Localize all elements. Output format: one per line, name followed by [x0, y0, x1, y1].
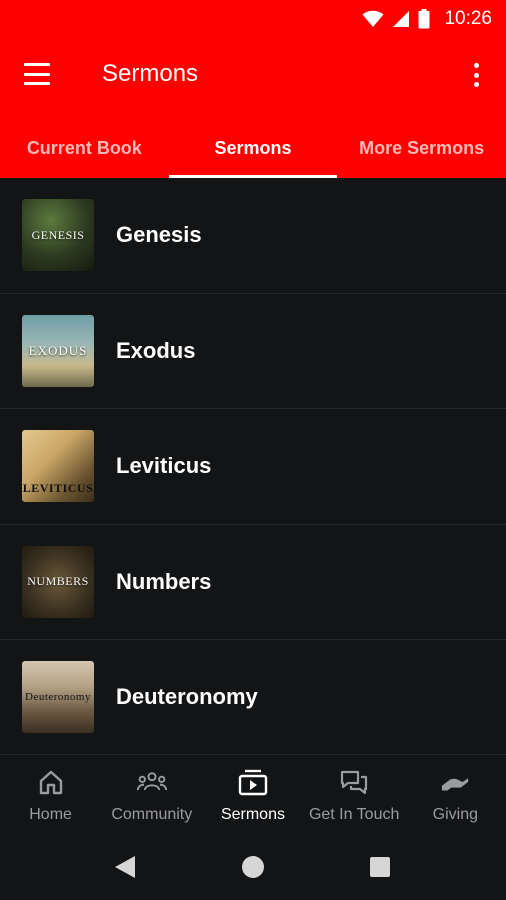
nav-item-community[interactable]: Community [101, 755, 202, 835]
thumbnail-text: LEVITICUS [22, 481, 94, 496]
battery-icon [418, 9, 430, 29]
thumbnail-text: GENESIS [31, 227, 85, 242]
more-vert-icon[interactable] [468, 60, 484, 90]
people-icon [136, 767, 167, 797]
exodus-thumbnail: EXODUS [22, 314, 94, 387]
page-title: Sermons [102, 60, 199, 87]
numbers-thumbnail: NUMBERS [22, 545, 94, 618]
tab-current-book[interactable]: Current Book [0, 118, 169, 178]
thumbnail-text: Deuteronomy [25, 691, 91, 704]
nav-label: Sermons [220, 806, 285, 823]
genesis-thumbnail: GENESIS [22, 199, 94, 272]
deuteronomy-thumbnail: Deuteronomy [22, 661, 94, 734]
video-library-icon [238, 767, 268, 797]
nav-label: Giving [432, 806, 479, 823]
list-item-label: Exodus [116, 337, 196, 363]
nav-item-get-in-touch[interactable]: Get In Touch [304, 755, 405, 835]
app-bar: Sermons [0, 38, 506, 110]
list-item-label: Numbers [116, 568, 212, 594]
home-icon [36, 767, 66, 797]
giving-hand-icon [440, 767, 470, 797]
top-app-bar: 10:26 Sermons Current Book Sermons More … [0, 0, 506, 178]
nav-item-sermons[interactable]: Sermons [202, 755, 303, 835]
tab-bar: Current Book Sermons More Sermons [0, 118, 506, 178]
list-item-leviticus[interactable]: LEVITICUS Leviticus [0, 409, 506, 525]
nav-label: Get In Touch [308, 806, 400, 823]
list-item-label: Leviticus [116, 453, 212, 479]
hamburger-menu-icon[interactable] [22, 60, 52, 88]
sermon-series-list: GENESIS Genesis EXODUS Exodus LEVITICUS … [0, 178, 506, 756]
bottom-navigation: Home Community Sermons Get In Touch Givi… [0, 754, 506, 834]
tab-more-sermons[interactable]: More Sermons [337, 118, 506, 178]
thumbnail-text: EXODUS [28, 342, 88, 358]
home-circle-icon[interactable] [242, 856, 264, 878]
back-icon[interactable] [113, 854, 137, 880]
thumbnail-text: NUMBERS [27, 574, 89, 589]
nav-item-home[interactable]: Home [0, 755, 101, 835]
chat-bubbles-icon [339, 767, 369, 797]
nav-item-giving[interactable]: Giving [405, 755, 506, 835]
list-item-label: Genesis [116, 222, 202, 248]
nav-label: Community [111, 806, 193, 823]
signal-icon [392, 10, 410, 28]
status-time: 10:26 [444, 8, 492, 29]
recent-apps-icon[interactable] [370, 857, 390, 877]
list-item-label: Deuteronomy [116, 684, 258, 710]
leviticus-thumbnail: LEVITICUS [22, 430, 94, 503]
system-navigation-bar [0, 834, 506, 900]
list-item-deuteronomy[interactable]: Deuteronomy Deuteronomy [0, 640, 506, 756]
list-item-exodus[interactable]: EXODUS Exodus [0, 294, 506, 409]
wifi-icon [362, 10, 384, 28]
status-bar: 10:26 [0, 0, 506, 38]
nav-label: Home [29, 806, 72, 823]
tab-sermons[interactable]: Sermons [168, 118, 338, 178]
app-screen: 10:26 Sermons Current Book Sermons More … [0, 0, 506, 900]
list-item-genesis[interactable]: GENESIS Genesis [0, 178, 506, 294]
list-item-numbers[interactable]: NUMBERS Numbers [0, 525, 506, 640]
